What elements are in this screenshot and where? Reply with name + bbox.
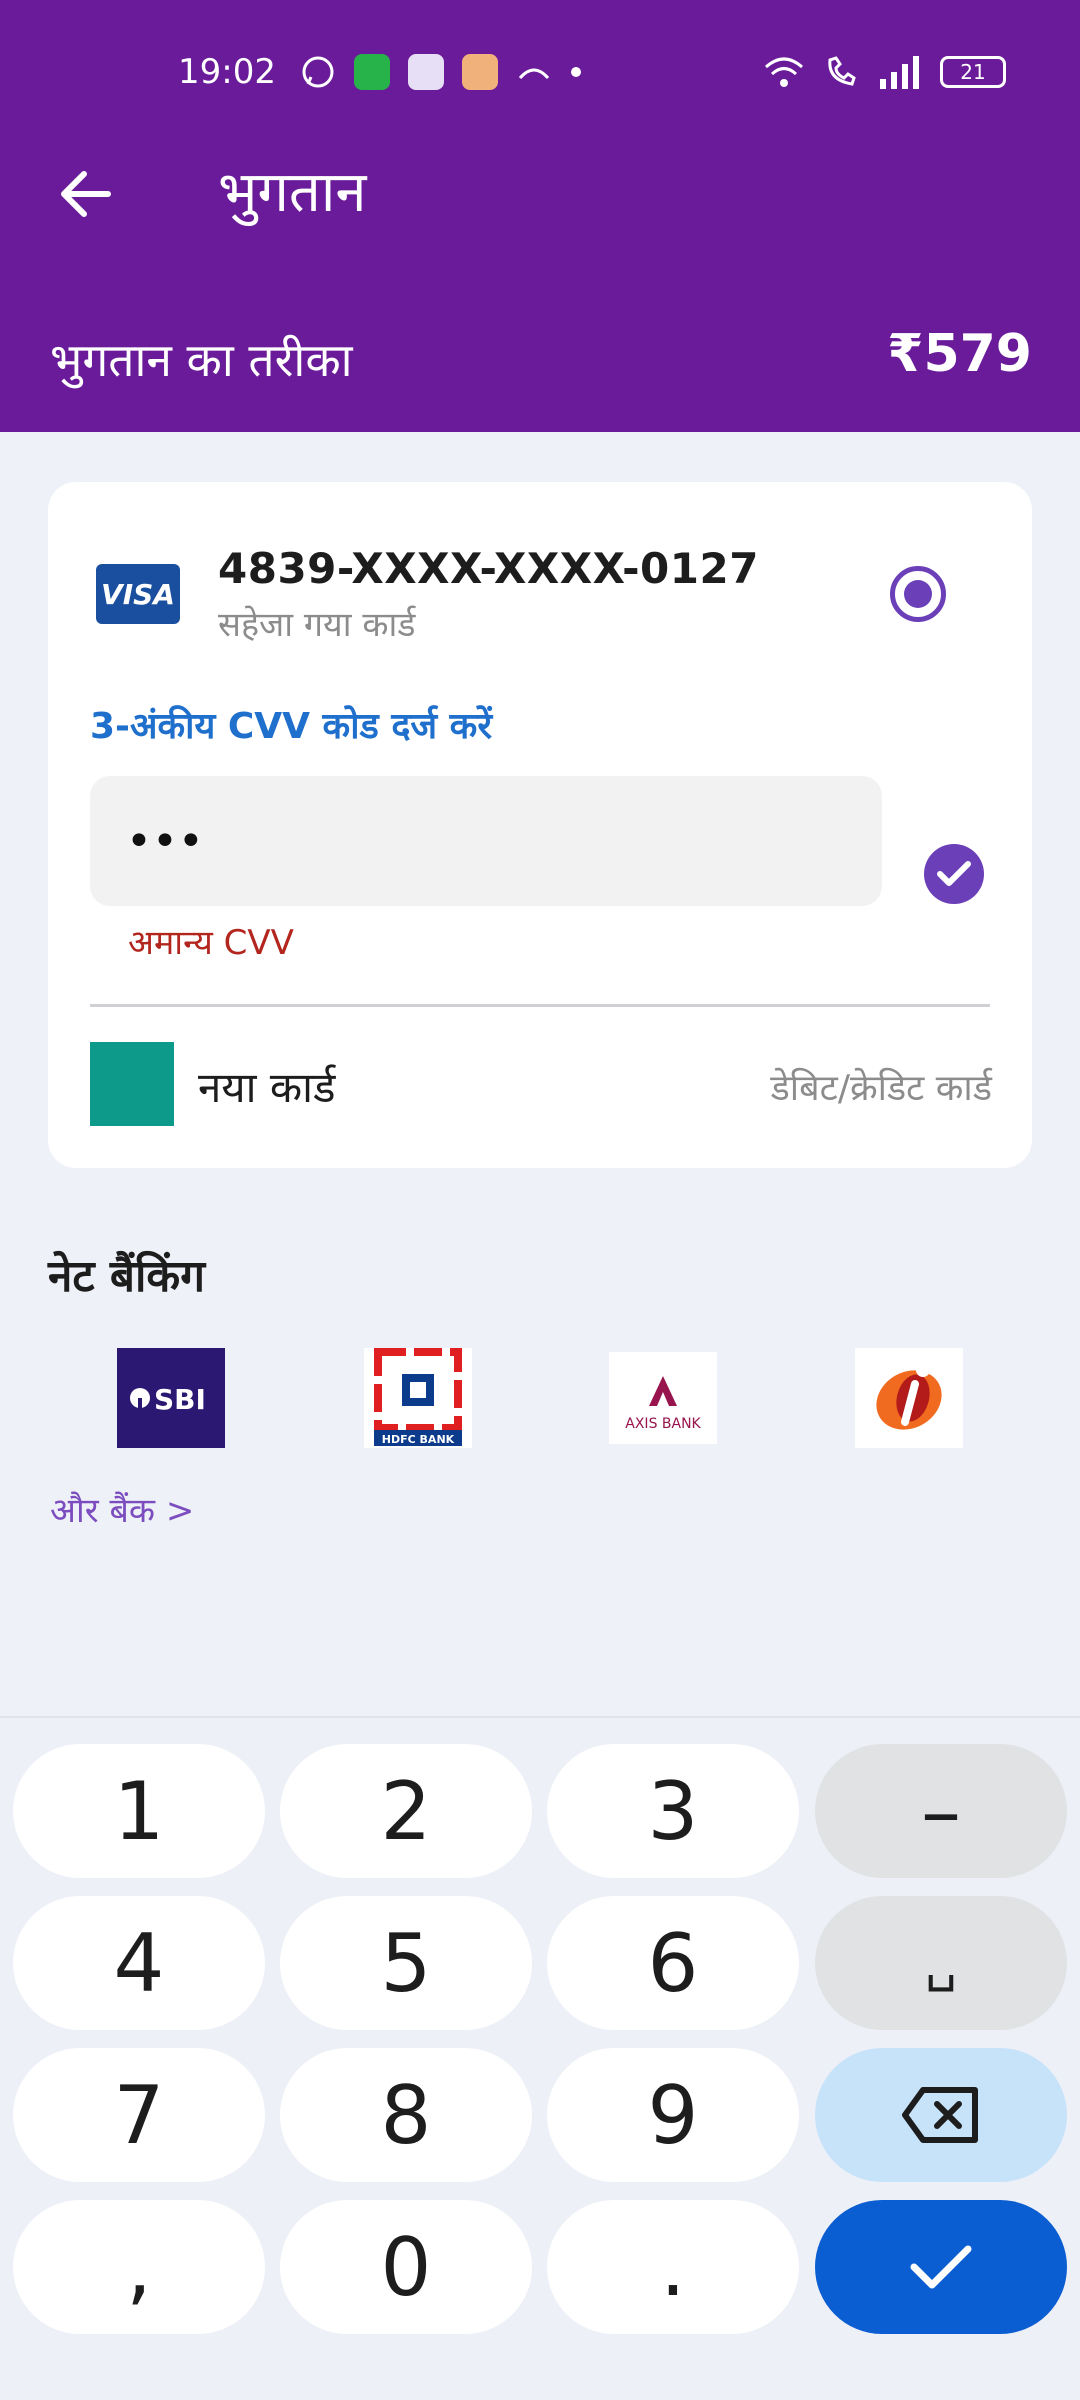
- key-0[interactable]: 0: [280, 2200, 532, 2334]
- cvv-label: 3-अंकीय CVV कोड दर्ज करें: [90, 706, 493, 747]
- payment-method-label: भुगतान का तरीका: [50, 333, 353, 387]
- app-header: 19:02 21 भुगतान भुगतान का तरीका ₹579: [0, 0, 1080, 432]
- key-1[interactable]: 1: [13, 1744, 265, 1878]
- page-title: भुगतान: [218, 160, 367, 225]
- app-green-icon: [354, 54, 390, 90]
- bank-hdfc[interactable]: HDFC BANK: [364, 1348, 472, 1448]
- svg-text:SBI: SBI: [154, 1383, 206, 1416]
- svg-text:HDFC BANK: HDFC BANK: [382, 1433, 455, 1446]
- hdfc-logo-icon: HDFC BANK: [374, 1348, 462, 1446]
- key-5[interactable]: 5: [280, 1896, 532, 2030]
- divider: [90, 1004, 990, 1007]
- key-2[interactable]: 2: [280, 1744, 532, 1878]
- cvv-check-icon: [924, 844, 984, 904]
- numeric-keypad: 1 2 3 – 4 5 6 ␣ 7 8 9 , 0 .: [0, 1716, 1080, 2400]
- app-purple-icon: [408, 54, 444, 90]
- key-6[interactable]: 6: [547, 1896, 799, 2030]
- backspace-icon: [902, 2087, 978, 2143]
- more-banks-link[interactable]: और बैंक >: [50, 1486, 194, 1532]
- key-9[interactable]: 9: [547, 2048, 799, 2182]
- payment-amount: ₹579: [887, 324, 1032, 384]
- new-card-label[interactable]: नया कार्ड: [198, 1058, 336, 1115]
- radio-selected-dot: [904, 580, 932, 608]
- sbi-logo-icon: SBI: [130, 1383, 206, 1416]
- status-time: 19:02: [178, 52, 276, 92]
- axis-logo-icon: AXIS BANK: [625, 1376, 702, 1432]
- icici-logo-icon: [876, 1363, 942, 1430]
- card-payment-panel: VISA 4839-XXXX-XXXX-0127 सहेजा गया कार्ड…: [48, 482, 1032, 1168]
- key-3[interactable]: 3: [547, 1744, 799, 1878]
- key-8[interactable]: 8: [280, 2048, 532, 2182]
- net-banking-title: नेट बैंकिंग: [48, 1251, 205, 1302]
- saved-card-radio[interactable]: [890, 566, 946, 622]
- back-button[interactable]: [56, 164, 116, 224]
- key-space[interactable]: ␣: [815, 1896, 1067, 2030]
- saved-card-number[interactable]: 4839-XXXX-XXXX-0127: [218, 544, 759, 593]
- signal-icon: [880, 56, 919, 89]
- back-arrow-icon: [61, 171, 111, 217]
- new-card-type: डेबिट/क्रेडिट कार्ड: [770, 1068, 992, 1109]
- battery-icon: 21: [940, 56, 1006, 88]
- cvv-input[interactable]: [90, 776, 882, 906]
- visa-logo-icon: VISA: [96, 564, 180, 624]
- bank-sbi[interactable]: SBI: [117, 1348, 225, 1448]
- system-icons: 21: [762, 54, 1006, 90]
- wifi-icon: [765, 57, 803, 87]
- key-minus[interactable]: –: [815, 1744, 1067, 1878]
- bank-axis[interactable]: AXIS BANK: [609, 1352, 717, 1444]
- key-confirm[interactable]: [815, 2200, 1067, 2334]
- new-card-icon[interactable]: [90, 1042, 174, 1126]
- status-bar: 19:02 21: [0, 48, 1080, 96]
- saved-card-subtitle: सहेजा गया कार्ड: [218, 605, 416, 645]
- wifi-call-icon: [828, 56, 856, 86]
- key-7[interactable]: 7: [13, 2048, 265, 2182]
- key-comma[interactable]: ,: [13, 2200, 265, 2334]
- key-4[interactable]: 4: [13, 1896, 265, 2030]
- notification-icons: [300, 54, 582, 90]
- whatsapp-icon: [302, 56, 334, 88]
- cvv-error-message: अमान्य CVV: [128, 923, 294, 963]
- more-dot-icon: [571, 67, 581, 77]
- amazon-icon: [462, 54, 498, 90]
- checkmark-icon: [910, 2245, 972, 2289]
- svg-text:AXIS BANK: AXIS BANK: [625, 1416, 701, 1432]
- key-dot[interactable]: .: [547, 2200, 799, 2334]
- key-backspace[interactable]: [815, 2048, 1067, 2182]
- missed-call-icon: [518, 68, 550, 80]
- bank-icici[interactable]: [855, 1348, 963, 1448]
